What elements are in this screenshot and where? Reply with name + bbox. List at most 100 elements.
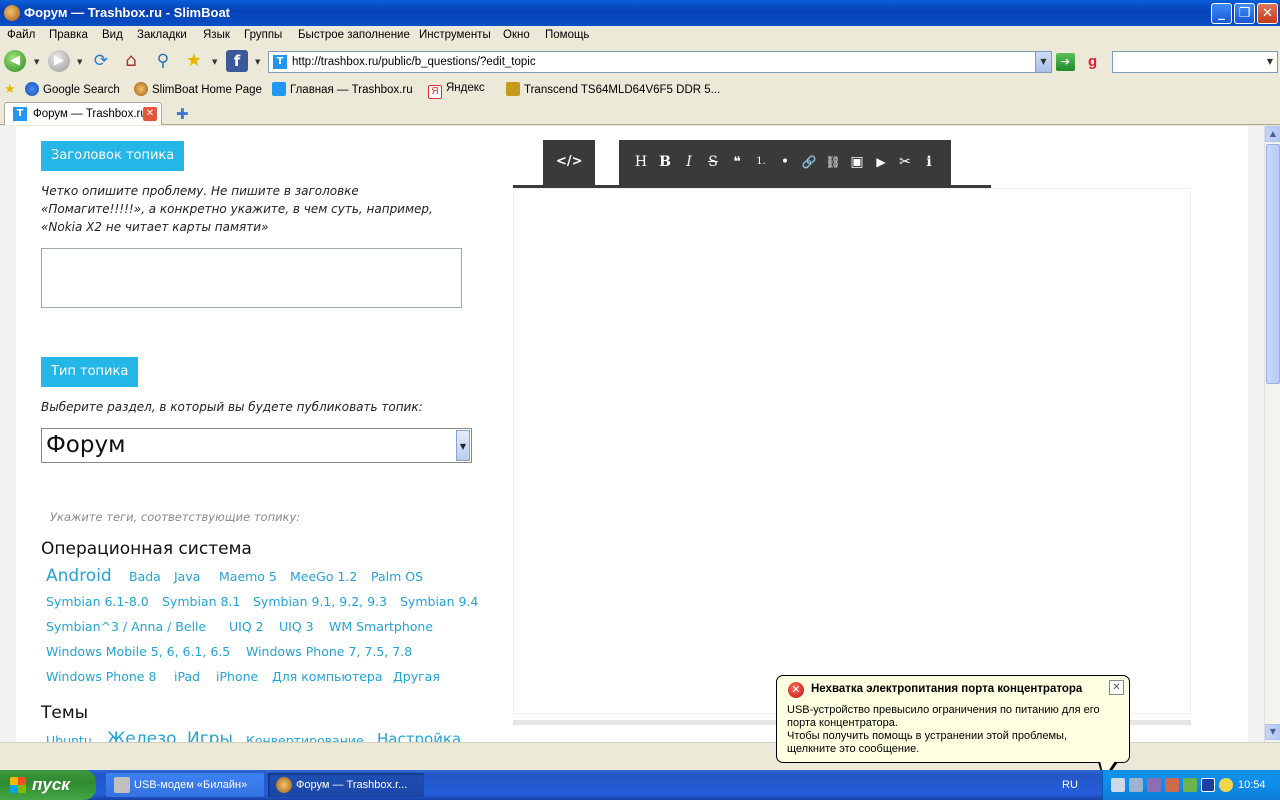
close-notification-icon[interactable]: ✕ — [1109, 680, 1124, 695]
minimize-button[interactable]: _ — [1211, 3, 1232, 24]
scroll-down-icon[interactable]: ▼ — [1265, 724, 1280, 740]
search-input[interactable]: ▼ — [1112, 51, 1278, 73]
back-dropdown-icon[interactable]: ▼ — [34, 58, 39, 66]
tag-link[interactable]: Maemo 5 — [219, 569, 277, 584]
tag-link[interactable]: Железо — [107, 729, 177, 742]
google-search-engine-icon[interactable]: g — [1088, 53, 1106, 71]
tag-link[interactable]: MeeGo 1.2 — [290, 569, 357, 584]
menu-language[interactable]: Язык — [203, 29, 230, 41]
tag-link[interactable]: WM Smartphone — [329, 619, 433, 634]
tag-link[interactable]: iPad — [174, 669, 200, 684]
tag-link[interactable]: Windows Phone 7, 7.5, 7.8 — [246, 644, 412, 659]
chevron-down-icon[interactable]: ▼ — [456, 430, 470, 461]
menu-groups[interactable]: Группы — [244, 29, 282, 41]
close-button[interactable]: ✕ — [1257, 3, 1278, 24]
tab-forum[interactable]: T Форум — Trashbox.ru ✕ — [4, 102, 162, 125]
tag-link[interactable]: Symbian 9.1, 9.2, 9.3 — [253, 594, 387, 609]
menu-help[interactable]: Помощь — [545, 29, 589, 41]
heading-icon[interactable]: H — [632, 152, 650, 172]
info-icon[interactable]: i — [920, 152, 938, 172]
tag-link[interactable]: Java — [174, 569, 200, 584]
tag-link[interactable]: Symbian 6.1-8.0 — [46, 594, 149, 609]
bookmark-dropdown-icon[interactable]: ▼ — [212, 58, 217, 66]
tag-link[interactable]: Windows Phone 8 — [46, 669, 156, 684]
network-icon[interactable] — [1129, 778, 1143, 792]
facebook-dropdown-icon[interactable]: ▼ — [255, 58, 260, 66]
bookmark-yandex[interactable]: Я Яндекс — [428, 82, 485, 99]
tag-link[interactable]: Symbian^3 / Anna / Belle — [46, 619, 206, 634]
safely-remove-icon[interactable] — [1183, 778, 1197, 792]
scroll-up-icon[interactable]: ▲ — [1265, 126, 1280, 142]
tag-link[interactable]: Android — [46, 566, 112, 586]
tag-link[interactable]: Ubuntu — [46, 733, 92, 742]
quote-icon[interactable]: ❝ — [728, 152, 746, 172]
home-icon[interactable]: ⌂ — [120, 50, 142, 72]
security-icon[interactable] — [1165, 778, 1179, 792]
back-icon[interactable]: ◀ — [4, 50, 26, 72]
bold-icon[interactable]: B — [656, 152, 674, 172]
tag-link[interactable]: Другая — [393, 669, 440, 684]
volume-icon[interactable] — [1219, 778, 1233, 792]
link-icon[interactable]: 🔗 — [800, 152, 818, 172]
tag-link[interactable]: Symbian 9.4 — [400, 594, 478, 609]
menu-view[interactable]: Вид — [102, 29, 123, 41]
bookmark-transcend[interactable]: Transcend TS64MLD64V6F5 DDR 5... — [506, 82, 720, 96]
tag-link[interactable]: iPhone — [216, 669, 258, 684]
forward-dropdown-icon[interactable]: ▼ — [77, 58, 82, 66]
tag-link[interactable]: Для компьютера — [272, 669, 383, 684]
bookmark-trashbox[interactable]: Главная — Trashbox.ru — [272, 82, 413, 96]
facebook-icon[interactable]: f — [226, 50, 248, 72]
tag-link[interactable]: Symbian 8.1 — [162, 594, 240, 609]
bookmarks-star-icon[interactable]: ★ — [4, 81, 16, 97]
usb-device-icon[interactable] — [1111, 778, 1125, 792]
scroll-thumb[interactable] — [1266, 144, 1280, 384]
tag-link[interactable]: Конвертирование — [246, 733, 364, 742]
tag-link[interactable]: Bada — [129, 569, 161, 584]
tag-link[interactable]: Игры — [187, 729, 233, 742]
modem-tray-icon[interactable] — [1201, 778, 1215, 792]
tag-link[interactable]: UIQ 3 — [279, 619, 314, 634]
task-usb-modem[interactable]: USB-модем «Билайн» — [106, 773, 264, 797]
usb-power-notification[interactable]: ✕ Нехватка электропитания порта концентр… — [776, 675, 1130, 763]
close-tab-icon[interactable]: ✕ — [143, 107, 157, 121]
new-tab-icon[interactable]: ✚ — [176, 105, 189, 123]
tag-link[interactable]: Palm OS — [371, 569, 423, 584]
tag-link[interactable]: Настройка — [377, 730, 461, 742]
vertical-scrollbar[interactable]: ▲ ▼ — [1264, 126, 1280, 742]
bookmark-slimboat-home[interactable]: SlimBoat Home Page — [134, 82, 262, 96]
tag-link[interactable]: Windows Mobile 5, 6, 6.1, 6.5 — [46, 644, 230, 659]
strikethrough-icon[interactable]: S — [704, 152, 722, 172]
bookmark-google-search[interactable]: Google Search — [25, 82, 120, 96]
menu-autofill[interactable]: Быстрое заполнение — [298, 29, 410, 41]
search-dropdown-icon[interactable]: ▼ — [1263, 52, 1277, 72]
search-icon[interactable]: ⚲ — [152, 50, 174, 72]
menu-bookmarks[interactable]: Закладки — [137, 29, 187, 41]
address-url[interactable]: http://trashbox.ru/public/b_questions/?e… — [292, 56, 536, 68]
language-indicator[interactable]: RU — [1062, 779, 1078, 791]
tag-link[interactable]: UIQ 2 — [229, 619, 264, 634]
address-bar[interactable]: T http://trashbox.ru/public/b_questions/… — [268, 51, 1052, 73]
source-mode-button[interactable]: </> — [543, 140, 595, 185]
ordered-list-icon[interactable]: 1. — [752, 152, 770, 172]
cut-icon[interactable]: ✂ — [896, 152, 914, 172]
menu-edit[interactable]: Правка — [49, 29, 88, 41]
network-status-icon[interactable] — [1147, 778, 1161, 792]
topic-title-input[interactable] — [41, 248, 462, 308]
unlink-icon[interactable]: ⛓ — [824, 152, 842, 172]
menu-tools[interactable]: Инструменты — [419, 29, 491, 41]
restore-button[interactable]: ❐ — [1234, 3, 1255, 24]
topic-type-select[interactable]: Форум ▼ — [41, 428, 472, 463]
menu-window[interactable]: Окно — [503, 29, 530, 41]
unordered-list-icon[interactable]: • — [776, 152, 794, 172]
go-button[interactable]: ➔ — [1056, 53, 1075, 71]
address-dropdown-icon[interactable]: ▼ — [1035, 52, 1051, 72]
add-bookmark-star-icon[interactable]: ★ — [183, 50, 205, 72]
image-icon[interactable]: ▣ — [848, 152, 866, 172]
editor-textarea[interactable] — [513, 188, 1191, 714]
reload-icon[interactable]: ⟳ — [90, 50, 112, 72]
forward-icon[interactable]: ▶ — [48, 50, 70, 72]
video-icon[interactable]: ▶ — [872, 152, 890, 172]
menu-file[interactable]: Файл — [7, 29, 35, 41]
start-button[interactable]: пуск — [0, 770, 96, 800]
task-browser[interactable]: Форум — Trashbox.r... — [268, 773, 424, 797]
